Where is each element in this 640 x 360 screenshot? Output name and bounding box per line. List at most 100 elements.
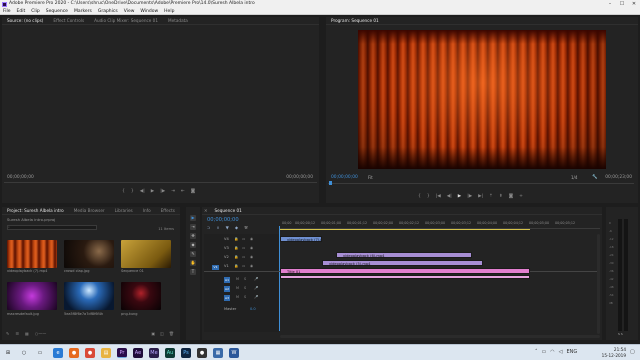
word-icon[interactable]: W	[229, 348, 239, 358]
track-label-a3[interactable]: A3	[224, 295, 230, 301]
hand-tool-icon[interactable]: ✋	[190, 260, 196, 266]
project-item-thumb[interactable]	[7, 282, 57, 310]
after-effects-icon[interactable]: Ae	[133, 348, 143, 358]
solo-button[interactable]: S	[244, 286, 246, 290]
menu-help[interactable]: Help	[161, 8, 177, 14]
timeline-timecode[interactable]: 00;00;00;00	[207, 217, 239, 223]
ripple-edit-tool-icon[interactable]: ✥	[190, 233, 196, 239]
timeline-clip[interactable]: videoplayback (6).mp4	[336, 252, 472, 258]
mic-icon[interactable]: 🎤	[254, 277, 258, 281]
step-back-icon[interactable]: ◀|	[447, 194, 452, 199]
edge-icon[interactable]: e	[53, 348, 63, 358]
icon-view-icon[interactable]: ▦	[25, 331, 29, 336]
wrench-icon[interactable]: ⚒	[244, 225, 248, 230]
menu-graphics[interactable]: Graphics	[95, 8, 121, 14]
windows-start-icon[interactable]: ⊞	[3, 348, 13, 358]
play-icon[interactable]: ▶	[151, 189, 154, 194]
program-playhead[interactable]	[329, 181, 332, 185]
firefox-icon[interactable]: ●	[69, 348, 79, 358]
maximize-button[interactable]: ☐	[616, 0, 628, 8]
project-search-input[interactable]	[7, 225, 97, 230]
eye-icon[interactable]: ◉	[250, 262, 253, 270]
language-icon[interactable]: ENG	[566, 349, 577, 355]
project-item-thumb[interactable]	[64, 240, 114, 268]
add-button-icon[interactable]: +	[519, 194, 523, 199]
photoshop-icon[interactable]: Ps	[181, 348, 191, 358]
tab-program[interactable]: Program: Sequence 01	[326, 17, 384, 24]
mark-in-icon[interactable]: {	[122, 189, 125, 194]
selection-tool-icon[interactable]: ▶	[190, 215, 196, 221]
extract-icon[interactable]: ⇞	[499, 194, 503, 199]
menu-markers[interactable]: Markers	[71, 8, 95, 14]
resolution-dropdown[interactable]: 1/4	[571, 175, 577, 180]
source-scrub-bar[interactable]	[4, 182, 317, 183]
go-to-in-icon[interactable]: |◀	[436, 194, 441, 199]
project-item-thumb[interactable]	[7, 240, 57, 268]
minimize-button[interactable]: –	[604, 0, 616, 8]
mark-out-icon[interactable]: }	[427, 194, 430, 199]
mark-out-icon[interactable]: }	[131, 189, 134, 194]
mute-button[interactable]: M	[236, 295, 239, 299]
camera-icon[interactable]: ◙	[191, 189, 195, 194]
chevron-up-icon[interactable]: ˄	[535, 349, 538, 355]
mark-in-icon[interactable]: {	[418, 194, 421, 199]
eye-icon[interactable]: ◉	[250, 253, 253, 261]
menu-clip[interactable]: Clip	[28, 8, 43, 14]
tab-effect-controls[interactable]: Effect Controls	[48, 17, 89, 24]
task-view-icon[interactable]: ▭	[35, 348, 45, 358]
tab-metadata[interactable]: Metadata	[163, 17, 193, 24]
mic-icon[interactable]: 🎤	[254, 286, 258, 290]
step-forward-icon[interactable]: |▶	[160, 189, 165, 194]
toggle-sync-icon[interactable]: ▭	[242, 235, 245, 243]
mute-button[interactable]: M	[236, 277, 239, 281]
tab-info[interactable]: Info	[138, 207, 156, 214]
file-explorer-icon[interactable]: ▤	[101, 348, 111, 358]
tab-media-browser[interactable]: Media Browser	[69, 207, 110, 214]
fit-dropdown[interactable]: Fit	[368, 175, 373, 180]
timeline-clip[interactable]: videoplayback (7).mp4	[280, 236, 322, 242]
new-item-icon[interactable]: ◫	[160, 331, 164, 336]
snap-icon[interactable]: ⊃	[207, 225, 211, 230]
menu-window[interactable]: Window	[137, 8, 161, 14]
step-back-icon[interactable]: ◀|	[140, 189, 145, 194]
mic-icon[interactable]: 🎤	[254, 295, 258, 299]
timeline-clip[interactable]: Title 01	[280, 268, 530, 274]
work-area-bar[interactable]	[280, 229, 530, 231]
project-item-thumb[interactable]	[64, 282, 114, 310]
step-forward-icon[interactable]: |▶	[467, 194, 472, 199]
trash-icon[interactable]: 🗑	[169, 331, 174, 336]
eye-icon[interactable]: ◉	[250, 235, 253, 243]
store-icon[interactable]: ▦	[213, 348, 223, 358]
program-scrub-bar[interactable]	[328, 183, 634, 184]
master-volume[interactable]: 0.0	[250, 307, 256, 311]
project-item-thumb[interactable]	[121, 240, 171, 268]
list-view-icon[interactable]: ☰	[15, 331, 19, 336]
menu-view[interactable]: View	[121, 8, 138, 14]
lock-icon[interactable]: 🔒	[234, 253, 238, 261]
timeline-close-icon[interactable]: ✕	[202, 207, 210, 214]
audition-icon[interactable]: Au	[165, 348, 175, 358]
source-patch-v1[interactable]: V1	[212, 265, 219, 270]
timeline-clip[interactable]	[280, 275, 530, 279]
mute-button[interactable]: M	[236, 286, 239, 290]
tab-effects[interactable]: Effects	[156, 207, 180, 214]
tab-source[interactable]: Source: (no clips)	[2, 17, 48, 24]
battery-icon[interactable]: ▭	[542, 349, 547, 355]
insert-icon[interactable]: ⇥	[171, 189, 175, 194]
add-marker-icon[interactable]: ▼	[226, 225, 229, 230]
tab-audio-clip-mixer[interactable]: Audio Clip Mixer: Sequence 01	[89, 17, 163, 24]
lock-icon[interactable]: 🔒	[234, 244, 238, 252]
pen-tool-icon[interactable]: ✎	[190, 251, 196, 257]
go-to-out-icon[interactable]: ▶|	[478, 194, 483, 199]
obs-icon[interactable]: ●	[197, 348, 207, 358]
timeline-ruler[interactable]: 00;00 00;00;00;12 00;00;01;00 00;00;01;1…	[280, 219, 600, 229]
timeline-settings-icon[interactable]: ◆	[235, 225, 238, 230]
solo-button[interactable]: S S	[618, 332, 623, 336]
timeline-vertical-scrollbar[interactable]	[597, 234, 600, 334]
premiere-icon[interactable]: Pr	[117, 348, 127, 358]
project-item-thumb[interactable]	[121, 282, 161, 310]
media-encoder-icon[interactable]: Me	[149, 348, 159, 358]
lock-icon[interactable]: 🔒	[234, 262, 238, 270]
toggle-sync-icon[interactable]: ▭	[242, 262, 245, 270]
taskbar-clock[interactable]: 21:54 15-12-2019	[600, 347, 626, 359]
